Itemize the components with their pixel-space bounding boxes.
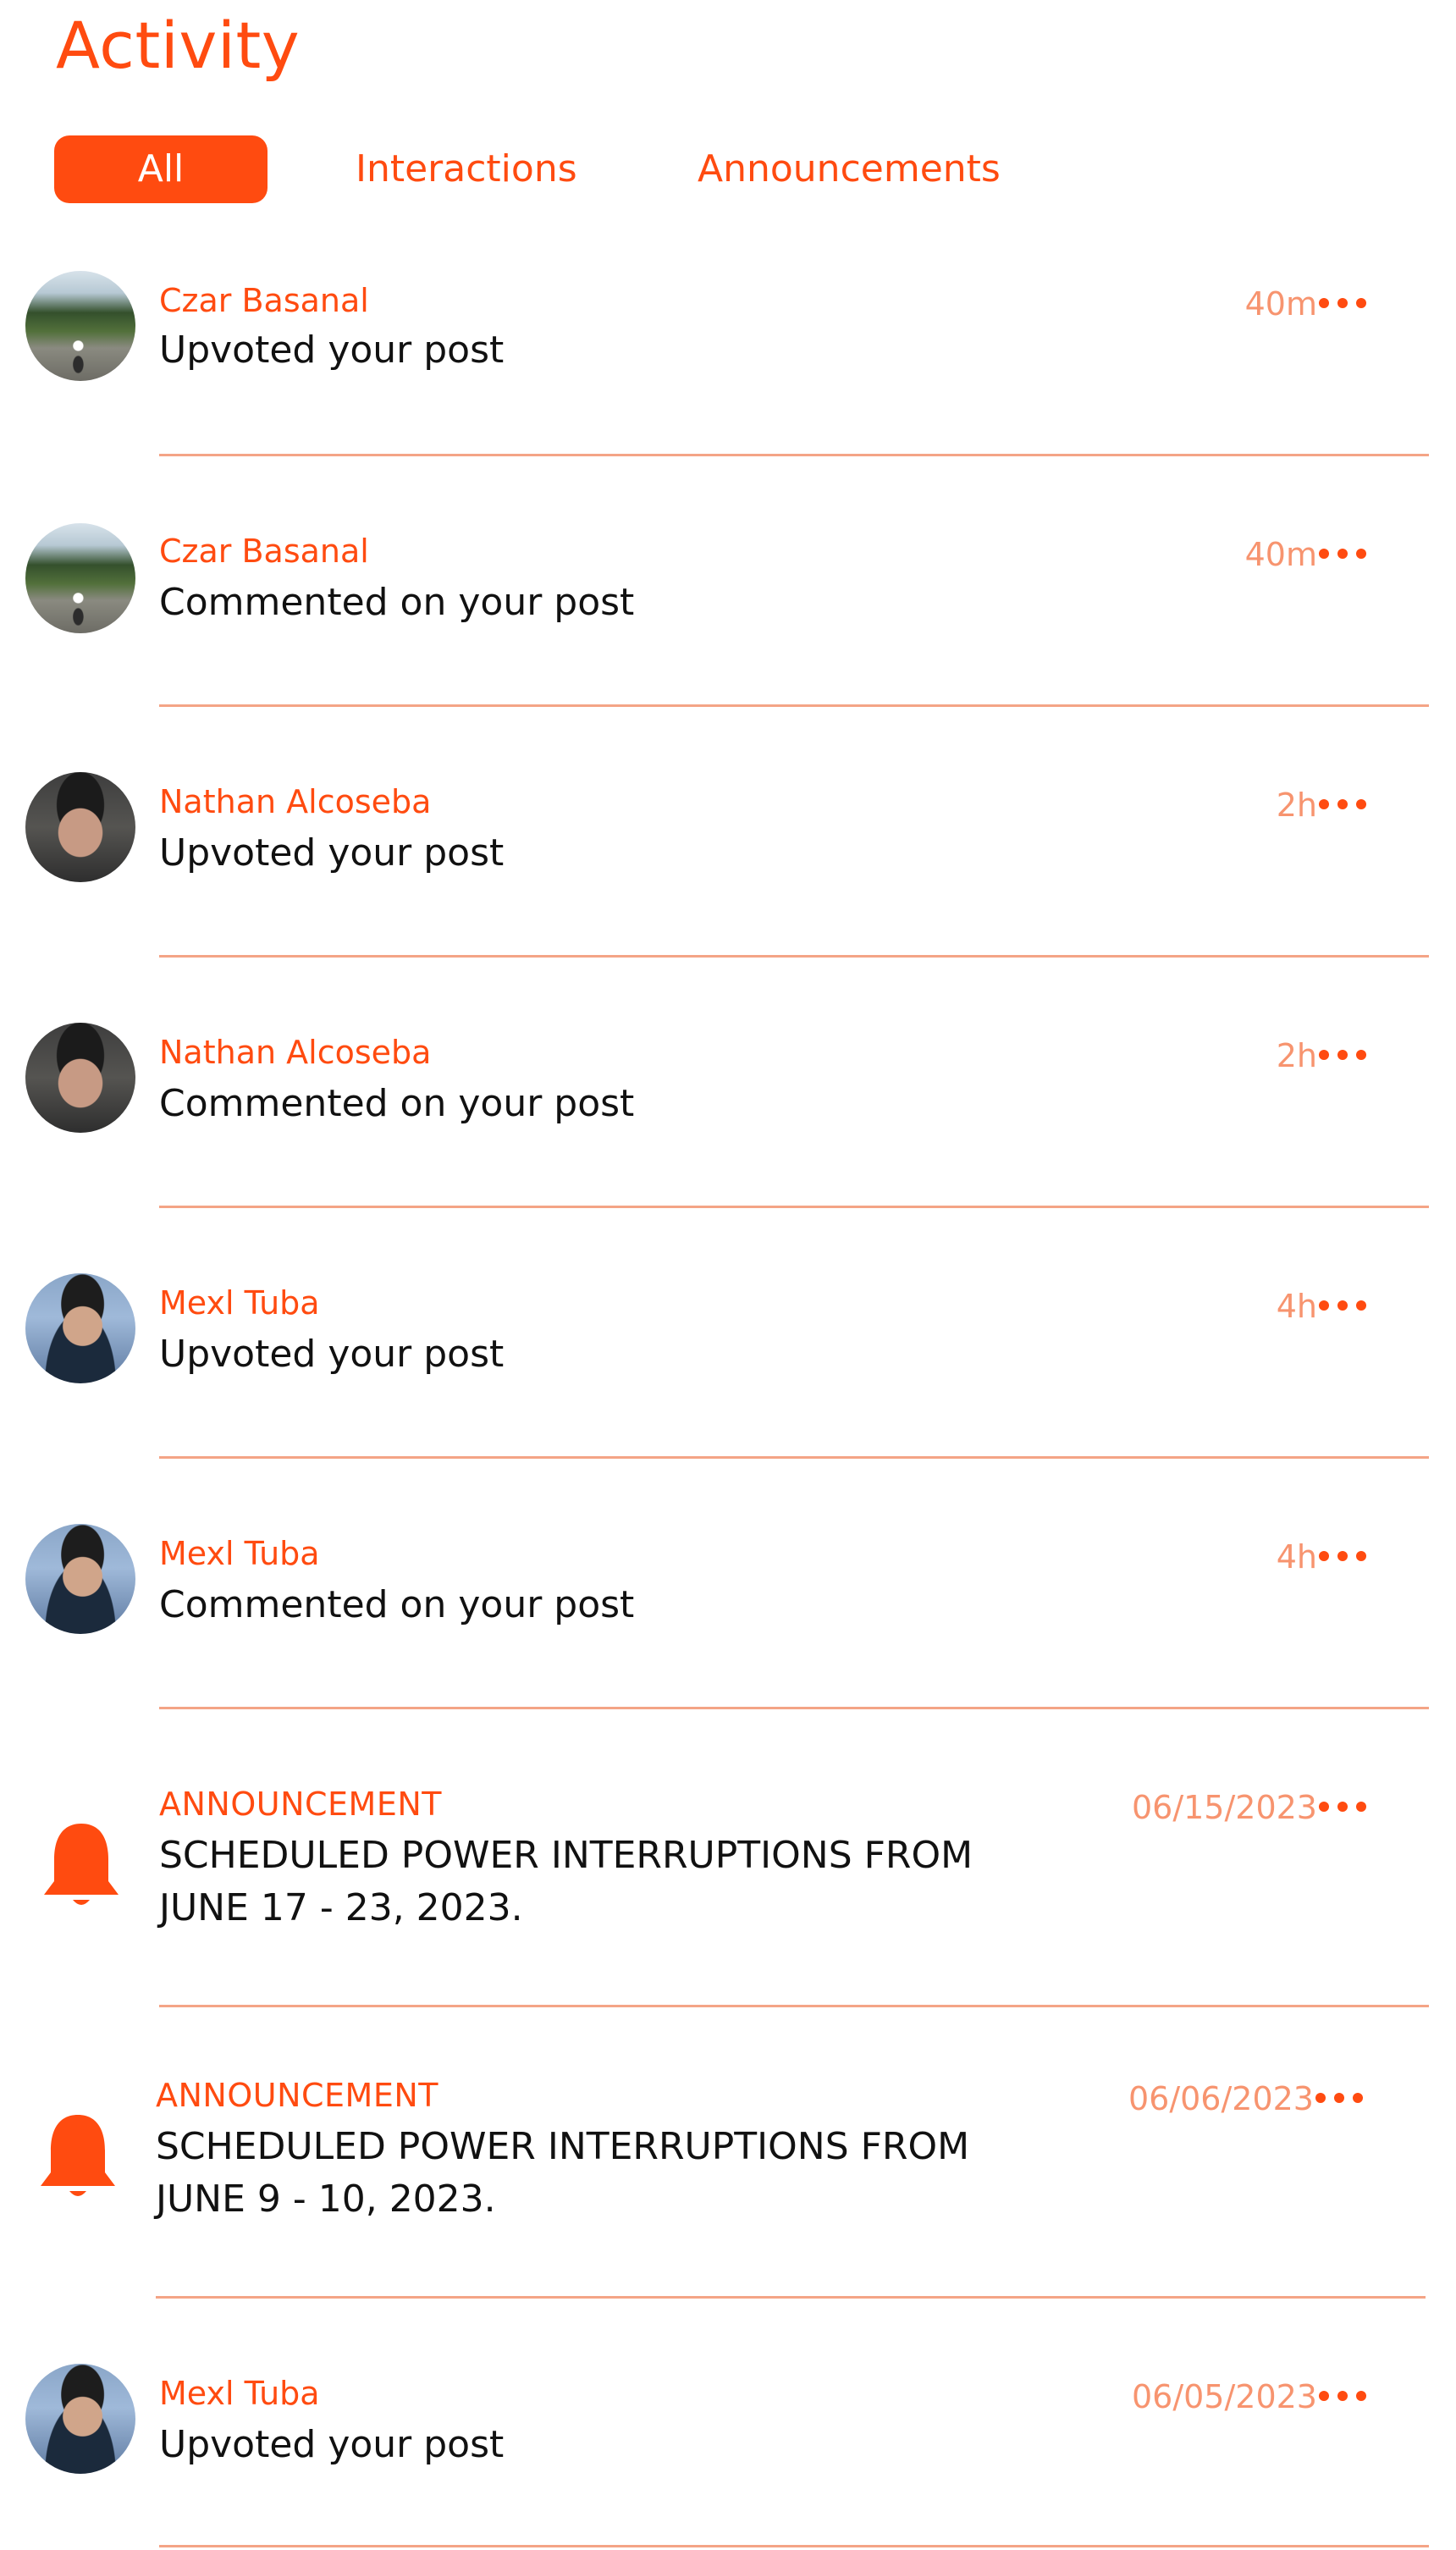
announcement-message-line-1: SCHEDULED POWER INTERRUPTIONS FROM xyxy=(156,2125,970,2168)
more-options-icon[interactable] xyxy=(1319,799,1366,811)
avatar[interactable] xyxy=(25,1524,135,1634)
activity-message: Upvoted your post xyxy=(159,328,505,372)
more-options-icon[interactable] xyxy=(1319,2391,1366,2403)
divider xyxy=(156,2296,1426,2299)
activity-time: 2h xyxy=(1276,1037,1317,1074)
divider xyxy=(159,1456,1429,1459)
bell-icon xyxy=(44,1824,119,1905)
divider xyxy=(159,2005,1429,2007)
divider xyxy=(159,1206,1429,1208)
activity-user-name[interactable]: Mexl Tuba xyxy=(159,1282,320,1324)
avatar[interactable] xyxy=(25,271,135,381)
tab-all[interactable]: All xyxy=(54,135,267,203)
bell-icon xyxy=(41,2115,115,2196)
announcement-message-line-2: JUNE 17 - 23, 2023. xyxy=(159,1886,523,1929)
announcement-message-line-2: JUNE 9 - 10, 2023. xyxy=(156,2177,496,2221)
avatar[interactable] xyxy=(25,772,135,882)
avatar[interactable] xyxy=(25,2364,135,2474)
more-options-icon[interactable] xyxy=(1319,1551,1366,1563)
divider xyxy=(159,2545,1429,2547)
activity-user-name[interactable]: Nathan Alcoseba xyxy=(159,1031,431,1074)
activity-message: Commented on your post xyxy=(159,1082,635,1125)
activity-time: 40m xyxy=(1244,536,1317,573)
activity-time: 4h xyxy=(1276,1538,1317,1576)
more-options-icon[interactable] xyxy=(1319,549,1366,560)
activity-time: 40m xyxy=(1244,285,1317,323)
announcement-message-line-1: SCHEDULED POWER INTERRUPTIONS FROM xyxy=(159,1834,973,1877)
tab-interactions[interactable]: Interactions xyxy=(356,135,577,203)
divider xyxy=(159,704,1429,707)
activity-user-name[interactable]: Nathan Alcoseba xyxy=(159,781,431,823)
announcement-label: ANNOUNCEMENT xyxy=(156,2077,438,2114)
tab-announcements[interactable]: Announcements xyxy=(698,135,1001,203)
more-options-icon[interactable] xyxy=(1319,1050,1366,1062)
activity-message: Commented on your post xyxy=(159,581,635,624)
avatar[interactable] xyxy=(25,1273,135,1383)
divider xyxy=(159,955,1429,958)
activity-message: Upvoted your post xyxy=(159,831,505,875)
more-options-icon[interactable] xyxy=(1315,2093,1363,2105)
activity-time: 06/15/2023 xyxy=(1131,1789,1317,1826)
activity-time: 2h xyxy=(1276,787,1317,824)
announcement-label: ANNOUNCEMENT xyxy=(159,1786,442,1823)
activity-message: Commented on your post xyxy=(159,1583,635,1626)
activity-user-name[interactable]: Mexl Tuba xyxy=(159,1532,320,1575)
page-title: Activity xyxy=(56,8,301,83)
divider xyxy=(159,1707,1429,1709)
avatar[interactable] xyxy=(25,523,135,633)
activity-user-name[interactable]: Mexl Tuba xyxy=(159,2372,320,2415)
activity-time: 4h xyxy=(1276,1288,1317,1325)
more-options-icon[interactable] xyxy=(1319,1802,1366,1813)
activity-user-name[interactable]: Czar Basanal xyxy=(159,279,369,322)
avatar[interactable] xyxy=(25,1023,135,1133)
activity-time: 06/06/2023 xyxy=(1128,2080,1314,2117)
activity-user-name[interactable]: Czar Basanal xyxy=(159,530,369,572)
more-options-icon[interactable] xyxy=(1319,1300,1366,1312)
divider xyxy=(159,454,1429,456)
activity-message: Upvoted your post xyxy=(159,1333,505,1376)
more-options-icon[interactable] xyxy=(1319,298,1366,310)
activity-message: Upvoted your post xyxy=(159,2423,505,2466)
activity-time: 06/05/2023 xyxy=(1131,2378,1317,2415)
